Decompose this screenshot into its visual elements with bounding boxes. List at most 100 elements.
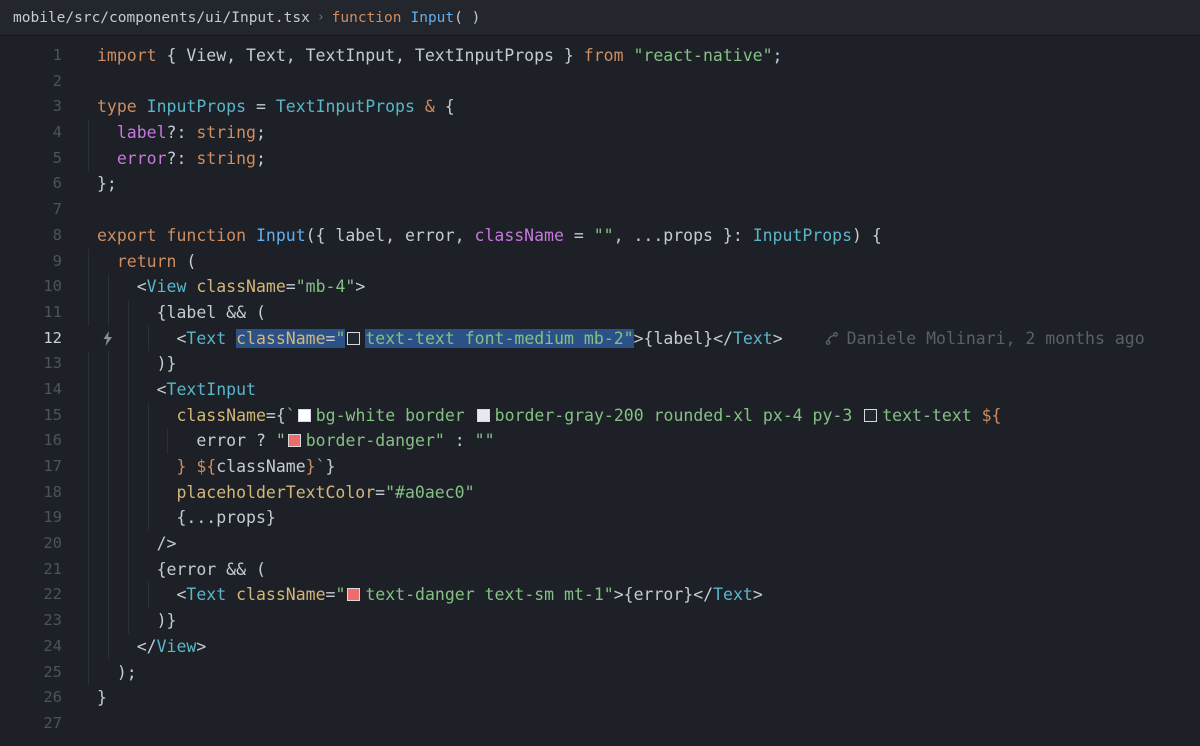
code-line-content[interactable]: }; — [97, 171, 1200, 197]
line-number[interactable]: 11 — [0, 300, 62, 326]
line-number[interactable]: 10 — [0, 274, 62, 300]
code-line-content[interactable]: <Text className="text-text font-medium m… — [97, 326, 1200, 352]
code-line[interactable]: 23 )} — [0, 608, 1200, 634]
code-line-content[interactable]: import { View, Text, TextInput, TextInpu… — [97, 43, 1200, 69]
line-number[interactable]: 24 — [0, 634, 62, 660]
line-number[interactable]: 15 — [0, 403, 62, 429]
code-line[interactable]: 7 — [0, 197, 1200, 223]
indent-guide — [88, 249, 89, 275]
code-line-content[interactable]: error ? "border-danger" : "" — [97, 428, 1200, 454]
code-line[interactable]: 25 ); — [0, 660, 1200, 686]
code-line-content[interactable]: ); — [97, 660, 1200, 686]
line-number[interactable]: 12 — [0, 326, 62, 352]
breadcrumb-symbol-name[interactable]: Input — [410, 10, 454, 26]
code-line[interactable]: 8 export function Input({ label, error, c… — [0, 223, 1200, 249]
line-number[interactable]: 6 — [0, 171, 62, 197]
breadcrumb-file-path[interactable]: mobile/src/components/ui/Input.tsx — [13, 10, 310, 26]
code-line-content[interactable]: /> — [97, 531, 1200, 557]
code-token — [97, 123, 117, 142]
code-token: /> — [97, 534, 176, 553]
line-number[interactable]: 23 — [0, 608, 62, 634]
code-line[interactable]: 22 <Text className="text-danger text-sm … — [0, 582, 1200, 608]
code-line[interactable]: 5 error?: string; — [0, 146, 1200, 172]
code-line-content[interactable]: className={`bg-white border border-gray-… — [97, 403, 1200, 429]
line-number[interactable]: 25 — [0, 660, 62, 686]
indent-guide — [108, 428, 109, 454]
code-token: ; — [256, 123, 266, 142]
code-line-content[interactable]: )} — [97, 608, 1200, 634]
indent-guide — [108, 557, 109, 583]
line-number[interactable]: 9 — [0, 249, 62, 275]
code-token: Input — [256, 226, 306, 245]
code-line[interactable]: 10 <View className="mb-4"> — [0, 274, 1200, 300]
code-line-content[interactable]: <View className="mb-4"> — [97, 274, 1200, 300]
line-number[interactable]: 2 — [0, 69, 62, 95]
code-line[interactable]: 17 } ${className}`} — [0, 454, 1200, 480]
line-number[interactable]: 20 — [0, 531, 62, 557]
code-line-content[interactable]: } ${className}`} — [97, 454, 1200, 480]
code-token: ` — [286, 406, 296, 425]
code-line-content[interactable] — [97, 711, 1200, 737]
code-line[interactable]: 3 type InputProps = TextInputProps & { — [0, 94, 1200, 120]
code-line-content[interactable]: label?: string; — [97, 120, 1200, 146]
line-number[interactable]: 4 — [0, 120, 62, 146]
code-token: {...props} — [97, 508, 276, 527]
code-line-content[interactable]: </View> — [97, 634, 1200, 660]
code-line-content[interactable]: export function Input({ label, error, cl… — [97, 223, 1200, 249]
git-blame-annotation[interactable]: Daniele Molinari, 2 months ago — [825, 329, 1145, 348]
line-number[interactable]: 7 — [0, 197, 62, 223]
code-line-content[interactable]: {label && ( — [97, 300, 1200, 326]
line-number[interactable]: 16 — [0, 428, 62, 454]
line-number[interactable]: 14 — [0, 377, 62, 403]
code-line[interactable]: 12 <Text className="text-text font-mediu… — [0, 326, 1200, 352]
code-line[interactable]: 1 import { View, Text, TextInput, TextInp… — [0, 43, 1200, 69]
code-line[interactable]: 24 </View> — [0, 634, 1200, 660]
code-line-content[interactable]: )} — [97, 351, 1200, 377]
code-line[interactable]: 2 — [0, 69, 1200, 95]
code-line-content[interactable]: placeholderTextColor="#a0aec0" — [97, 480, 1200, 506]
code-line[interactable]: 11 {label && ( — [0, 300, 1200, 326]
indent-guide — [148, 454, 149, 480]
line-number[interactable]: 5 — [0, 146, 62, 172]
code-line[interactable]: 27 — [0, 711, 1200, 737]
line-number[interactable]: 19 — [0, 505, 62, 531]
line-number[interactable]: 3 — [0, 94, 62, 120]
code-line-content[interactable]: {...props} — [97, 505, 1200, 531]
code-line-content[interactable]: type InputProps = TextInputProps & { — [97, 94, 1200, 120]
code-line[interactable]: 18 placeholderTextColor="#a0aec0" — [0, 480, 1200, 506]
line-number[interactable]: 26 — [0, 685, 62, 711]
line-number[interactable]: 13 — [0, 351, 62, 377]
code-line-content[interactable]: } — [97, 685, 1200, 711]
code-line-content[interactable]: error?: string; — [97, 146, 1200, 172]
line-number[interactable]: 21 — [0, 557, 62, 583]
breadcrumb-symbol-keyword[interactable]: function — [332, 10, 402, 26]
code-line-content[interactable]: <TextInput — [97, 377, 1200, 403]
code-line[interactable]: 20 /> — [0, 531, 1200, 557]
line-number[interactable]: 8 — [0, 223, 62, 249]
code-line[interactable]: 16 error ? "border-danger" : "" — [0, 428, 1200, 454]
line-number[interactable]: 1 — [0, 43, 62, 69]
line-number[interactable]: 22 — [0, 582, 62, 608]
code-line[interactable]: 14 <TextInput — [0, 377, 1200, 403]
code-line[interactable]: 6}; — [0, 171, 1200, 197]
code-token: {label && ( — [97, 303, 266, 322]
code-action-lightning-icon[interactable] — [98, 330, 116, 348]
code-line-content[interactable] — [97, 197, 1200, 223]
code-line-content[interactable]: return ( — [97, 249, 1200, 275]
editor-lines[interactable]: 1 import { View, Text, TextInput, TextInp… — [0, 36, 1200, 746]
line-number[interactable]: 18 — [0, 480, 62, 506]
line-number[interactable]: 17 — [0, 454, 62, 480]
code-line[interactable]: 26} — [0, 685, 1200, 711]
code-line-content[interactable]: <Text className="text-danger text-sm mt-… — [97, 582, 1200, 608]
code-line[interactable]: 19 {...props} — [0, 505, 1200, 531]
code-line[interactable]: 13 )} — [0, 351, 1200, 377]
code-line[interactable]: 15 className={`bg-white border border-gr… — [0, 403, 1200, 429]
code-line-content[interactable] — [97, 69, 1200, 95]
code-token: "#a0aec0" — [385, 483, 474, 502]
code-line[interactable]: 4 label?: string; — [0, 120, 1200, 146]
code-line[interactable]: 9 return ( — [0, 249, 1200, 275]
code-token: >{error}</ — [614, 585, 713, 604]
code-line-content[interactable]: {error && ( — [97, 557, 1200, 583]
code-line[interactable]: 21 {error && ( — [0, 557, 1200, 583]
line-number[interactable]: 27 — [0, 711, 62, 737]
